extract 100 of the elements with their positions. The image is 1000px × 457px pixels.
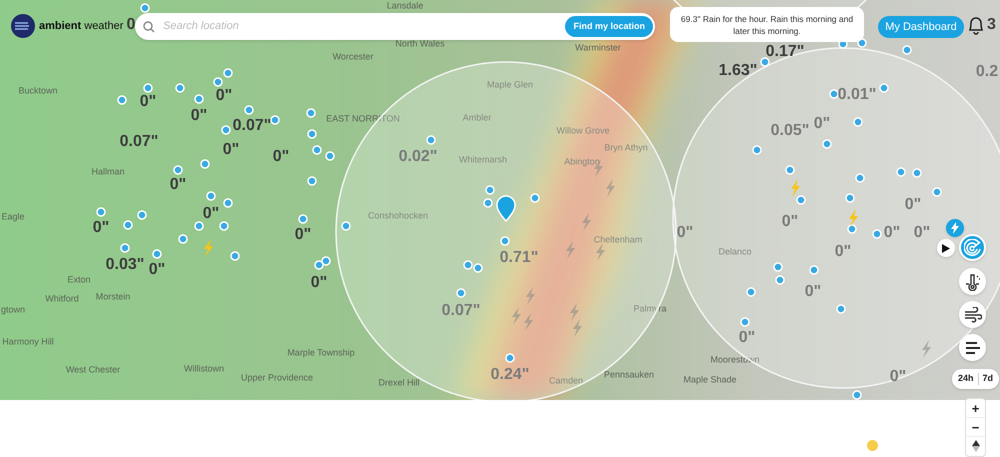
station-dot[interactable] [123, 220, 133, 230]
station-dot[interactable] [143, 83, 153, 93]
compass-icon[interactable] [972, 440, 980, 452]
rainfall-reading: 0.07" [232, 118, 272, 134]
station-dot[interactable] [321, 256, 331, 266]
station-dot[interactable] [796, 195, 806, 205]
station-dot[interactable] [836, 304, 846, 314]
rainfall-reading: 0" [190, 108, 208, 124]
station-dot[interactable] [775, 275, 785, 285]
station-dot[interactable] [200, 159, 210, 169]
search-field[interactable]: Search location [163, 18, 558, 35]
station-dot[interactable] [194, 94, 204, 104]
station-dot[interactable] [773, 262, 783, 272]
station-dot[interactable] [120, 243, 130, 253]
rainfall-reading: 1.63" [718, 63, 758, 79]
station-dot[interactable] [221, 125, 231, 135]
rainfall-reading: 0.01" [838, 87, 876, 103]
station-dot[interactable] [230, 251, 240, 261]
station-dot[interactable] [505, 353, 515, 363]
station-dot[interactable] [325, 151, 335, 161]
station-dot[interactable] [845, 193, 855, 203]
station-dot[interactable] [117, 95, 127, 105]
station-dot[interactable] [244, 105, 254, 115]
station-dot[interactable] [746, 287, 756, 297]
rainfall-reading: 0" [170, 177, 186, 193]
station-dot[interactable] [140, 3, 150, 13]
rainfall-reading: 0" [782, 214, 798, 230]
lightning-icon [922, 340, 931, 358]
rainfall-reading: 0" [676, 225, 694, 241]
station-dot[interactable] [809, 265, 819, 275]
rainfall-reading: 0" [294, 227, 312, 243]
rainfall-reading: 0" [202, 206, 220, 222]
station-dot[interactable] [341, 221, 351, 231]
station-dot[interactable] [307, 176, 317, 186]
station-dot[interactable] [829, 89, 839, 99]
station-dot[interactable] [270, 115, 280, 125]
station-dot[interactable] [752, 145, 762, 155]
station-dot[interactable] [853, 117, 863, 127]
place-label: Marple Township [287, 348, 355, 358]
bell-icon[interactable] [967, 15, 985, 35]
zoom-out-button[interactable]: − [966, 418, 985, 437]
station-dot[interactable] [223, 198, 233, 208]
station-dot[interactable] [847, 224, 857, 234]
temperature-layer-button[interactable] [959, 268, 986, 295]
rainfall-reading: 0.03" [106, 257, 144, 273]
rainfall-reading: 0" [272, 149, 290, 165]
station-dot[interactable] [485, 185, 495, 195]
station-dot[interactable] [298, 214, 308, 224]
station-dot[interactable] [219, 221, 229, 231]
station-dot[interactable] [213, 77, 223, 87]
station-dot[interactable] [194, 221, 204, 231]
station-dot[interactable] [483, 198, 493, 208]
station-dot[interactable] [223, 68, 233, 78]
lightning-icon [526, 287, 535, 305]
station-dot[interactable] [152, 249, 162, 259]
time-range-option[interactable]: 7d [982, 372, 994, 386]
station-dot[interactable] [463, 260, 473, 270]
station-dot[interactable] [312, 145, 322, 155]
lightning-icon [566, 241, 575, 259]
station-dot[interactable] [902, 45, 912, 55]
place-label: Maple Shade [683, 376, 737, 384]
station-dot[interactable] [206, 191, 216, 201]
station-dot[interactable] [912, 168, 922, 178]
station-dot[interactable] [760, 57, 770, 67]
station-dot[interactable] [879, 83, 889, 93]
rainfall-reading: 0" [148, 262, 166, 278]
station-dot[interactable] [178, 234, 188, 244]
place-label: Eagle [1, 212, 25, 222]
station-dot[interactable] [932, 187, 942, 197]
station-dot[interactable] [314, 260, 324, 270]
list-layer-button[interactable] [959, 334, 986, 361]
lightning-icon [950, 222, 960, 234]
station-dot[interactable] [426, 135, 436, 145]
station-dot[interactable] [307, 129, 317, 139]
station-dot[interactable] [456, 288, 466, 298]
station-dot[interactable] [852, 390, 862, 400]
rainfall-reading: 0" [310, 275, 328, 291]
location-pin-icon [496, 195, 516, 222]
wind-layer-button[interactable] [959, 301, 986, 328]
station-dot[interactable] [896, 167, 906, 177]
station-dot[interactable] [175, 83, 185, 93]
time-range-option[interactable]: 24h [958, 372, 974, 386]
station-dot[interactable] [173, 165, 183, 175]
station-dot[interactable] [785, 165, 795, 175]
lightning-icon [791, 179, 800, 197]
station-dot[interactable] [740, 317, 750, 327]
wind-icon [964, 306, 982, 322]
station-dot[interactable] [473, 263, 483, 273]
station-dot[interactable] [137, 210, 147, 220]
rainfall-reading: 0" [216, 88, 232, 104]
zoom-in-button[interactable]: + [966, 399, 985, 418]
station-dot[interactable] [96, 207, 106, 217]
station-dot[interactable] [306, 108, 316, 118]
play-layer-button[interactable] [937, 239, 955, 257]
station-dot[interactable] [500, 236, 510, 246]
station-dot[interactable] [530, 193, 540, 203]
station-dot[interactable] [822, 139, 832, 149]
station-dot[interactable] [855, 173, 865, 183]
lightning-icon [512, 307, 521, 325]
station-dot[interactable] [872, 229, 882, 239]
